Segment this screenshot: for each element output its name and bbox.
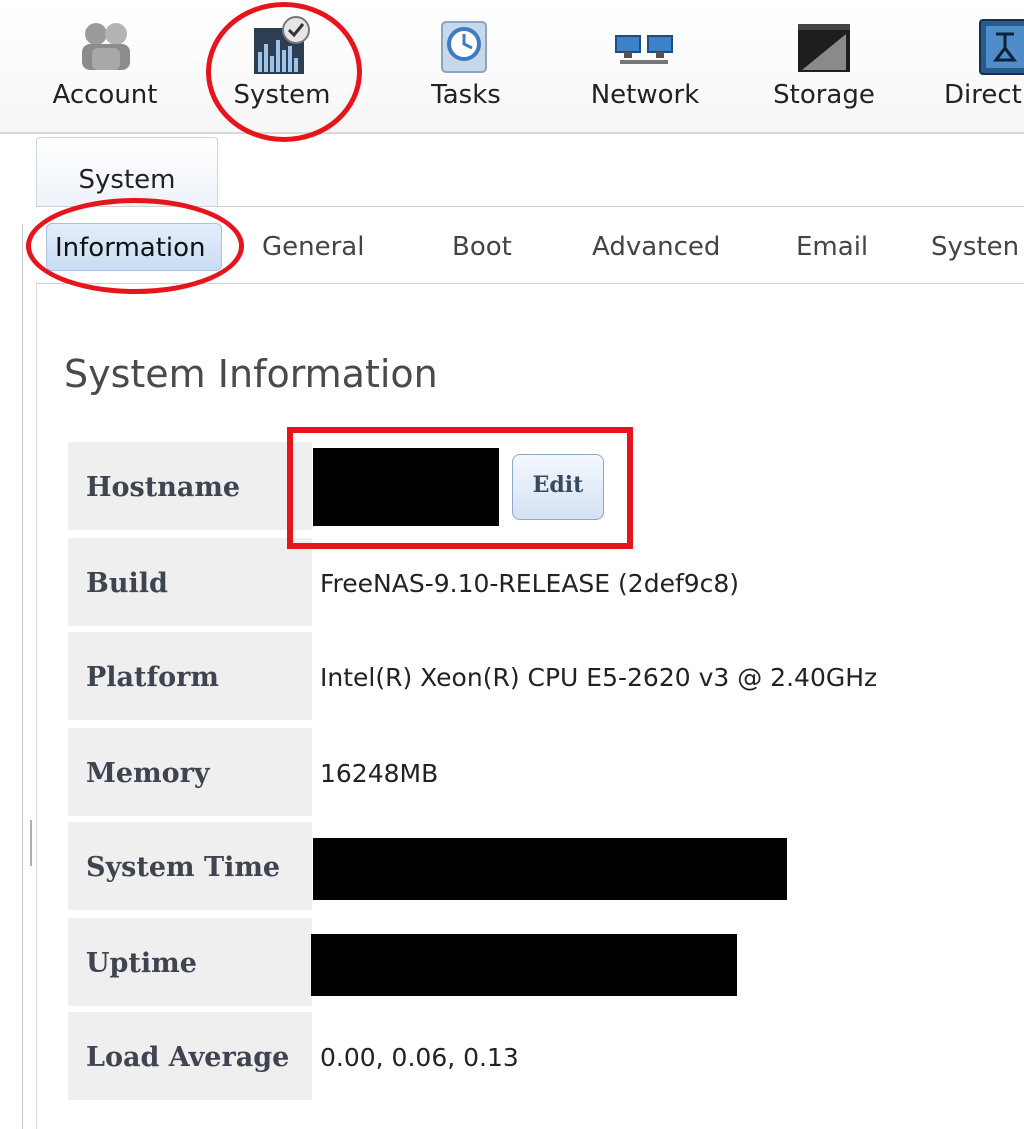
network-icon [615, 35, 673, 64]
tab-information[interactable]: Information [46, 223, 222, 271]
splitter-handle[interactable] [30, 820, 32, 866]
toolbar-network-button[interactable]: Network [580, 0, 710, 130]
redacted-hostname [313, 448, 499, 526]
tab-system[interactable]: System [36, 137, 218, 207]
toolbar-storage-label: Storage [773, 80, 875, 110]
toolbar-directory-button[interactable]: Direct [940, 0, 1024, 130]
info-label-hostname: Hostname [68, 442, 312, 530]
tab-general[interactable]: General [262, 223, 364, 271]
info-row-memory: Memory 16248MB [68, 728, 1018, 816]
toolbar-account-label: Account [52, 80, 158, 110]
info-row-build: Build FreeNAS-9.10-RELEASE (2def9c8) [68, 538, 1018, 626]
redacted-system-time [313, 838, 787, 900]
toolbar-tasks-button[interactable]: Tasks [414, 0, 518, 130]
info-value-platform: Intel(R) Xeon(R) CPU E5-2620 v3 @ 2.40GH… [320, 663, 878, 692]
info-row-load-average: Load Average 0.00, 0.06, 0.13 [68, 1012, 1018, 1100]
toolbar-system-button[interactable]: System [220, 0, 344, 130]
page-title: System Information [64, 352, 438, 396]
info-row-platform: Platform Intel(R) Xeon(R) CPU E5-2620 v3… [68, 632, 1018, 720]
tasks-icon [441, 21, 487, 73]
system-subnav: Information General Boot Advanced Email … [36, 206, 1024, 284]
info-label-system-time: System Time [68, 822, 312, 910]
edit-hostname-button[interactable]: Edit [512, 454, 604, 520]
redacted-uptime [311, 934, 737, 996]
toolbar-system-label: System [233, 80, 331, 110]
info-label-uptime: Uptime [68, 918, 312, 1006]
info-label-build: Build [68, 538, 312, 626]
content-border [36, 282, 37, 1129]
info-label-load-average: Load Average [68, 1012, 312, 1100]
left-panel-border [22, 224, 23, 1129]
toolbar-account-button[interactable]: Account [40, 0, 170, 130]
toolbar-tasks-label: Tasks [431, 80, 501, 110]
info-value-load-average: 0.00, 0.06, 0.13 [320, 1043, 519, 1072]
info-label-memory: Memory [68, 728, 312, 816]
storage-icon [798, 24, 850, 72]
tab-advanced[interactable]: Advanced [592, 223, 720, 271]
info-value-build: FreeNAS-9.10-RELEASE (2def9c8) [320, 569, 740, 598]
directory-icon [979, 19, 1024, 75]
info-label-platform: Platform [68, 632, 312, 720]
tab-system-dataset[interactable]: Systen [931, 223, 1019, 271]
toolbar-network-label: Network [590, 80, 700, 110]
account-icon [82, 23, 130, 70]
toolbar-storage-button[interactable]: Storage [762, 0, 886, 130]
info-value-memory: 16248MB [320, 759, 439, 788]
toolbar-directory-label: Direct [944, 80, 1022, 110]
tab-email[interactable]: Email [796, 223, 868, 271]
tab-boot[interactable]: Boot [452, 223, 512, 271]
top-toolbar: Account System Tasks Network Storage Dir… [0, 0, 1024, 134]
system-icon [254, 16, 310, 74]
